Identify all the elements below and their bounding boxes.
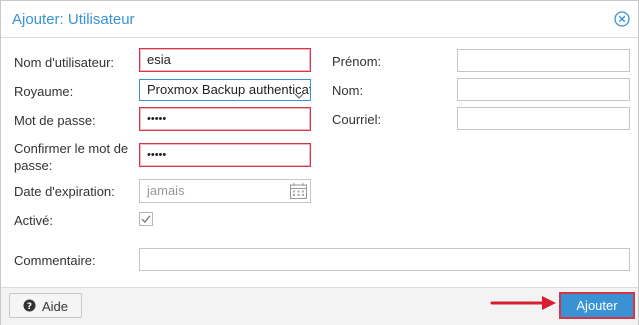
add-user-dialog: Ajouter: Utilisateur Nom d'utilisateur: … — [0, 0, 639, 325]
email-label: Courriel: — [332, 112, 382, 127]
username-input[interactable]: esia — [139, 48, 311, 72]
realm-value: Proxmox Backup authentication server — [147, 82, 310, 97]
dialog-titlebar: Ajouter: Utilisateur — [1, 1, 638, 38]
help-label: Aide — [42, 299, 69, 314]
expiration-date-input[interactable]: jamais — [139, 179, 311, 203]
dialog-title: Ajouter: Utilisateur — [12, 11, 135, 28]
lastname-label: Nom: — [332, 83, 364, 98]
realm-select[interactable]: Proxmox Backup authentication server — [139, 79, 311, 101]
calendar-icon[interactable] — [289, 182, 308, 202]
svg-text:?: ? — [27, 302, 32, 312]
add-button[interactable]: Ajouter — [559, 292, 635, 319]
firstname-input[interactable] — [457, 49, 630, 72]
confirm-password-label: Confirmer le mot de passe: — [14, 141, 129, 173]
close-icon[interactable] — [614, 11, 630, 27]
password-label: Mot de passe: — [14, 113, 96, 128]
comment-input[interactable] — [139, 248, 630, 271]
lastname-input[interactable] — [457, 78, 630, 101]
confirm-password-input[interactable]: ••••• — [139, 143, 311, 167]
expiration-label: Date d'expiration: — [14, 184, 115, 199]
enabled-checkbox[interactable] — [139, 212, 153, 226]
email-input[interactable] — [457, 107, 630, 130]
enabled-label: Activé: — [14, 213, 54, 228]
username-label: Nom d'utilisateur: — [14, 55, 115, 70]
firstname-label: Prénom: — [332, 54, 382, 69]
annotation-arrow-icon — [490, 296, 556, 310]
realm-label: Royaume: — [14, 84, 74, 99]
comment-label: Commentaire: — [14, 253, 96, 268]
chevron-down-icon[interactable] — [294, 86, 304, 100]
password-input[interactable]: ••••• — [139, 107, 311, 131]
expiration-placeholder: jamais — [147, 183, 185, 198]
question-circle-icon: ? — [23, 299, 36, 315]
help-button[interactable]: ? Aide — [9, 293, 82, 318]
